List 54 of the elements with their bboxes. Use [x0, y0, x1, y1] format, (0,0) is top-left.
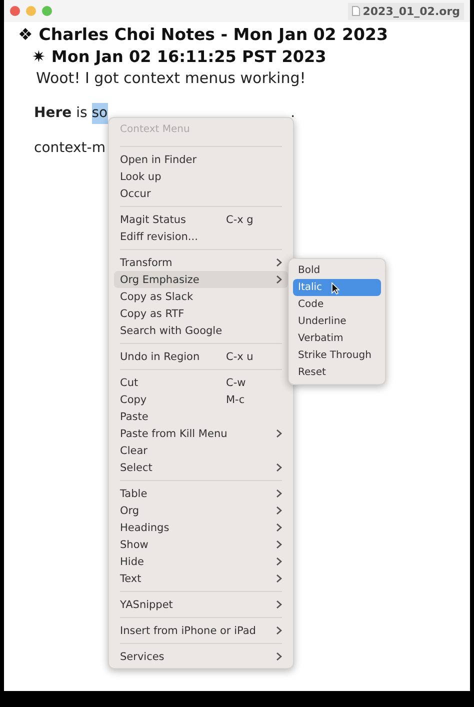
close-button[interactable] [10, 6, 20, 16]
chevron-icon [276, 626, 282, 635]
menu-item[interactable]: Hide [114, 553, 288, 570]
zoom-button[interactable] [42, 6, 52, 16]
menu-item[interactable]: Insert from iPhone or iPad [114, 622, 288, 639]
body-text: Woot! I got context menus working! [35, 68, 307, 89]
menu-item[interactable]: Look up [114, 168, 288, 185]
menu-item[interactable]: Show [114, 536, 288, 553]
menu-item[interactable]: Cut C-w [114, 374, 288, 391]
file-tab[interactable]: 2023_01_02.org [348, 2, 464, 20]
period: . [290, 104, 296, 123]
menu-item[interactable]: Search with Google [114, 322, 288, 339]
bullet: ❖ [18, 24, 33, 46]
menu-item[interactable]: Headings [114, 519, 288, 536]
menu-item[interactable]: Transform [114, 254, 288, 271]
body-text: context-m [34, 139, 106, 158]
menu-item[interactable]: Clear [114, 442, 288, 459]
document-icon [352, 6, 360, 16]
menu-item[interactable]: Org Emphasize [114, 271, 288, 288]
menu-item[interactable]: Paste from Kill Menu [114, 425, 288, 442]
menu-item[interactable]: Select [114, 459, 288, 476]
menu-item[interactable]: Reset [293, 364, 381, 381]
menu-item[interactable]: Magit Status C-x g [114, 211, 288, 228]
menu-title: Context Menu [119, 123, 191, 137]
body-text: is [75, 104, 88, 123]
chevron-icon [276, 463, 282, 472]
chevron-icon [276, 652, 282, 661]
menu-item[interactable]: Org [114, 502, 288, 519]
menu-item[interactable]: Underline [293, 313, 381, 330]
selected-text: so [92, 103, 108, 124]
menu-item[interactable]: Copy M-c [114, 391, 288, 408]
bold-text: Here [34, 104, 72, 123]
minimize-button[interactable] [26, 6, 36, 16]
menu-item[interactable]: YASnippet [114, 596, 288, 613]
menu-item[interactable]: Copy as Slack [114, 288, 288, 305]
menu-item[interactable]: Bold [293, 262, 381, 279]
menu-item[interactable]: Ediff revision... [114, 228, 288, 245]
menu-item[interactable]: Text [114, 570, 288, 587]
menu-item[interactable]: Open in Finder [114, 151, 288, 168]
menu-item[interactable]: Verbatim [293, 330, 381, 347]
bullet: ✷ [32, 46, 46, 68]
heading: Charles Choi Notes - Mon Jan 02 2023 [38, 24, 388, 46]
chevron-icon [276, 429, 282, 438]
menu-item[interactable]: Copy as RTF [114, 305, 288, 322]
pointer-icon [331, 282, 340, 295]
menu-item[interactable]: Paste [114, 408, 288, 425]
heading: Mon Jan 02 16:11:25 PST 2023 [51, 46, 326, 68]
menu-item[interactable]: Services [114, 648, 288, 665]
menu-item[interactable]: Table [114, 485, 288, 502]
chevron-icon [276, 600, 282, 609]
menu-item[interactable]: Strike Through [293, 347, 381, 364]
menu-item[interactable]: Occur [114, 185, 288, 202]
menu-item[interactable]: Undo in Region C-x u [114, 348, 288, 365]
menu-item[interactable]: Code [293, 296, 381, 313]
